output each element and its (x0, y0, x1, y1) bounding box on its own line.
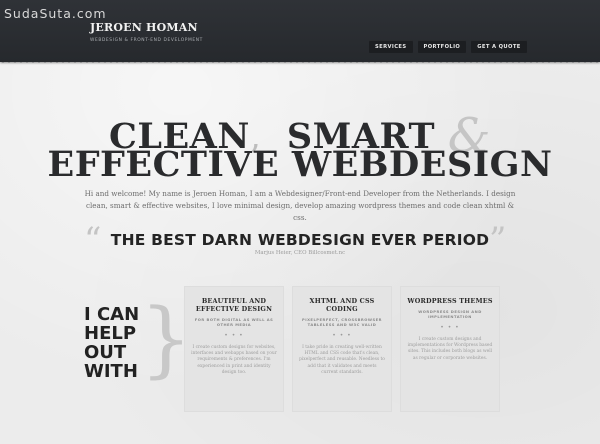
service-card-wordpress[interactable]: WORDPRESS THEMES WORDPRESS DESIGN AND IM… (400, 286, 500, 412)
services-cards: BEAUTIFUL AND EFFECTIVE DESIGN FOR BOTH … (184, 286, 500, 412)
card-subtitle: PIXELPERFECT, CROSSBROWSER TABLELESS AND… (302, 318, 382, 327)
card-body: I create custom designs and implementati… (407, 337, 493, 361)
main-nav: SERVICES PORTFOLIO GET A QUOTE (369, 40, 527, 53)
hero-headline-line2: EFFECTIVE WEBDESIGN (47, 144, 553, 185)
site-tagline: WEBDESIGN & FRONT-END DEVELOPMENT (90, 38, 203, 43)
card-subtitle: WORDPRESS DESIGN AND IMPLEMENTATION (418, 310, 482, 319)
card-subtitle: FOR BOTH DIGITAL AS WELL AS OTHER MEDIA (194, 318, 274, 327)
card-dots-divider: • • • (332, 332, 352, 339)
nav-services-button[interactable]: SERVICES (369, 40, 413, 53)
service-card-coding[interactable]: XHTML AND CSS CODING PIXELPERFECT, CROSS… (292, 286, 392, 412)
card-title: WORDPRESS THEMES (407, 297, 493, 305)
intro-paragraph: Hi and welcome! My name is Jeroen Homan,… (84, 189, 516, 222)
header-scalloped-edge (0, 60, 600, 65)
site-logo-name[interactable]: JEROEN HOMAN (90, 21, 198, 34)
nav-portfolio-button[interactable]: PORTFOLIO (417, 40, 467, 53)
card-body: I create custom designs for websites, in… (191, 345, 277, 375)
nav-get-a-quote-button[interactable]: GET A QUOTE (471, 40, 527, 53)
card-body: I take pride in creating well-written HT… (299, 345, 385, 375)
card-dots-divider: • • • (440, 324, 460, 331)
card-title: BEAUTIFUL AND EFFECTIVE DESIGN (195, 297, 273, 313)
service-card-design[interactable]: BEAUTIFUL AND EFFECTIVE DESIGN FOR BOTH … (184, 286, 284, 412)
card-dots-divider: • • • (224, 332, 244, 339)
card-title: XHTML AND CSS CODING (309, 297, 375, 313)
testimonial-author: Marjus Heier, CEO Billcosmet.nc (254, 250, 346, 256)
testimonial-quote: THE BEST DARN WEBDESIGN EVER PERIOD (110, 231, 490, 249)
watermark: SudaSuta.com (4, 6, 107, 21)
